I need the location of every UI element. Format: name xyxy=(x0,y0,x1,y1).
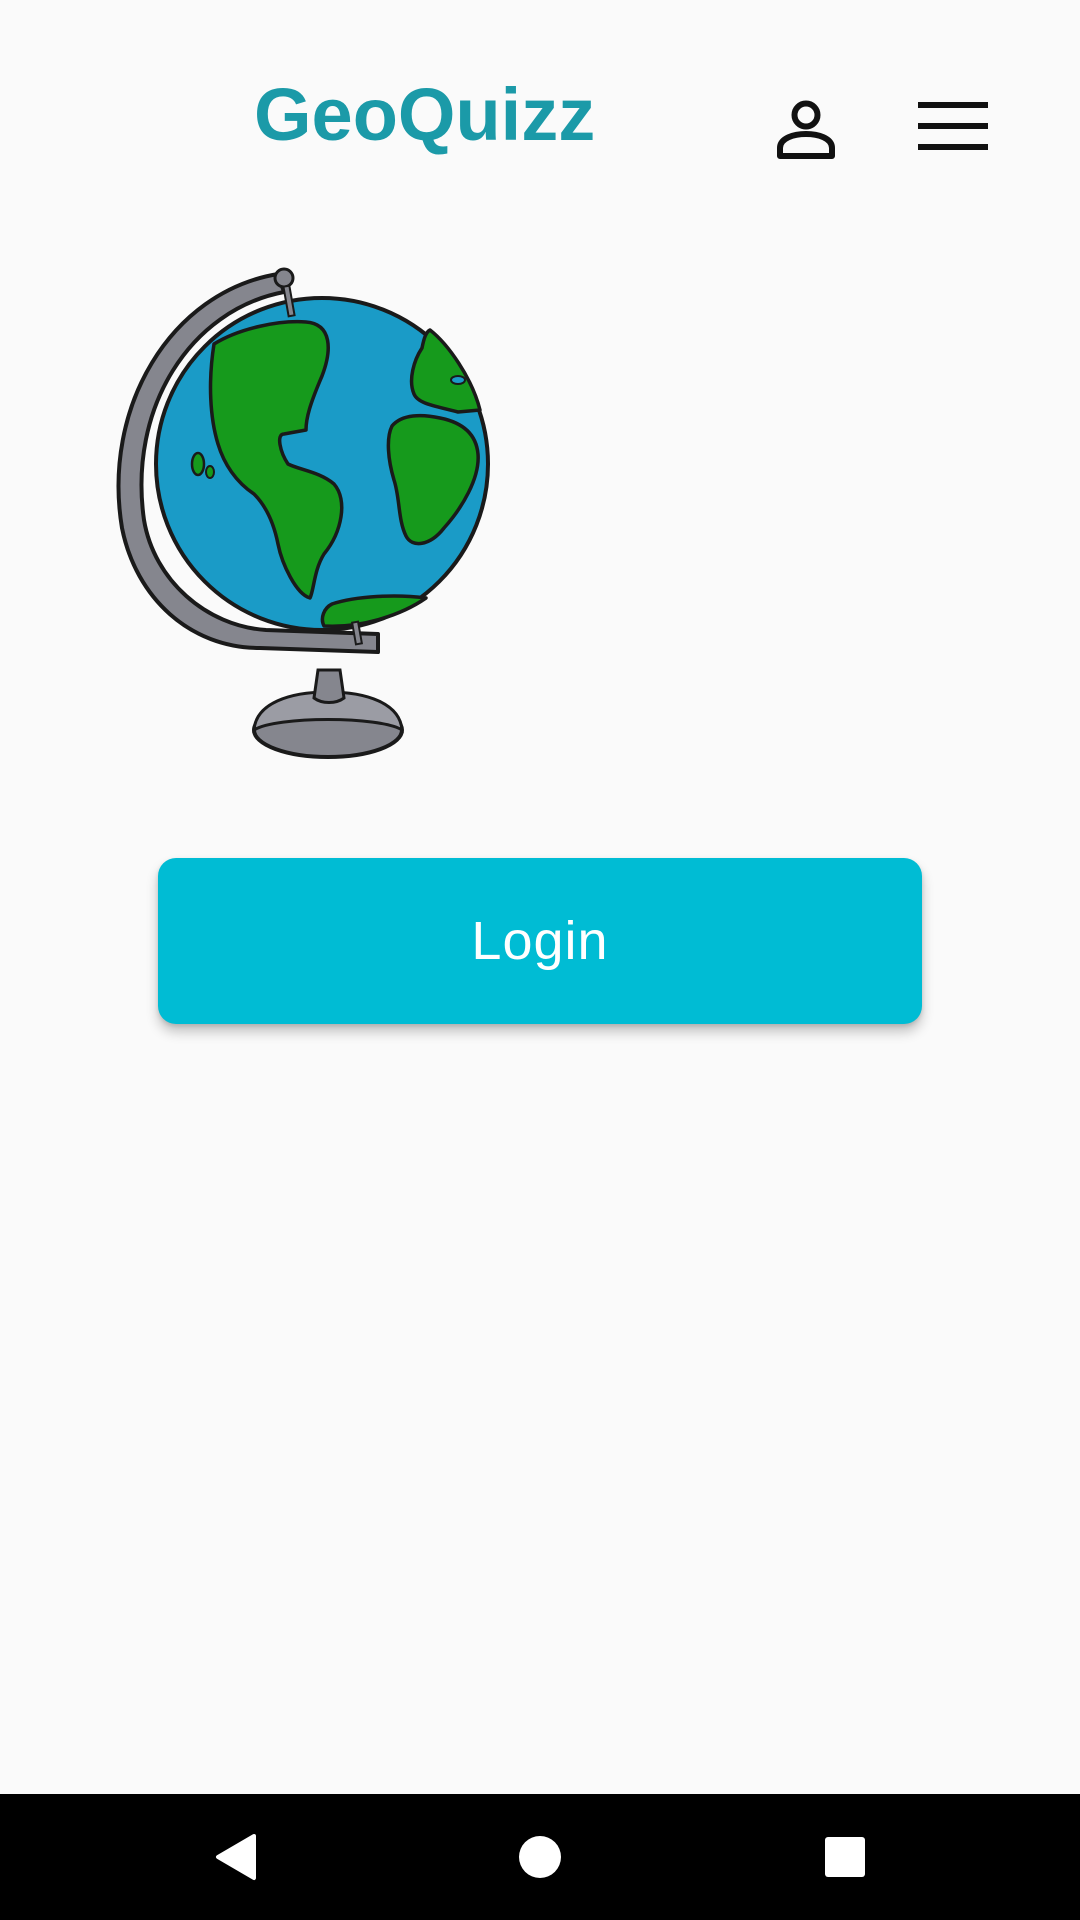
profile-button[interactable] xyxy=(764,88,848,172)
back-button[interactable] xyxy=(160,1794,310,1920)
person-outline-icon xyxy=(777,100,835,159)
login-button[interactable]: Login xyxy=(158,858,922,1024)
app-title: GeoQuizz xyxy=(254,73,596,156)
globe-icon xyxy=(116,267,490,759)
home-screen: GeoQuizz Login xyxy=(0,0,1080,1920)
home-button[interactable] xyxy=(465,1794,615,1920)
menu-button[interactable] xyxy=(910,88,996,164)
hamburger-menu-icon xyxy=(918,102,988,150)
globe-illustration xyxy=(110,258,530,768)
home-circle-icon xyxy=(519,1836,561,1878)
recents-square-icon xyxy=(825,1837,865,1877)
back-triangle-icon xyxy=(216,1834,256,1880)
app-header: GeoQuizz xyxy=(0,0,1080,240)
system-navigation-bar xyxy=(0,1794,1080,1920)
recents-button[interactable] xyxy=(770,1794,920,1920)
